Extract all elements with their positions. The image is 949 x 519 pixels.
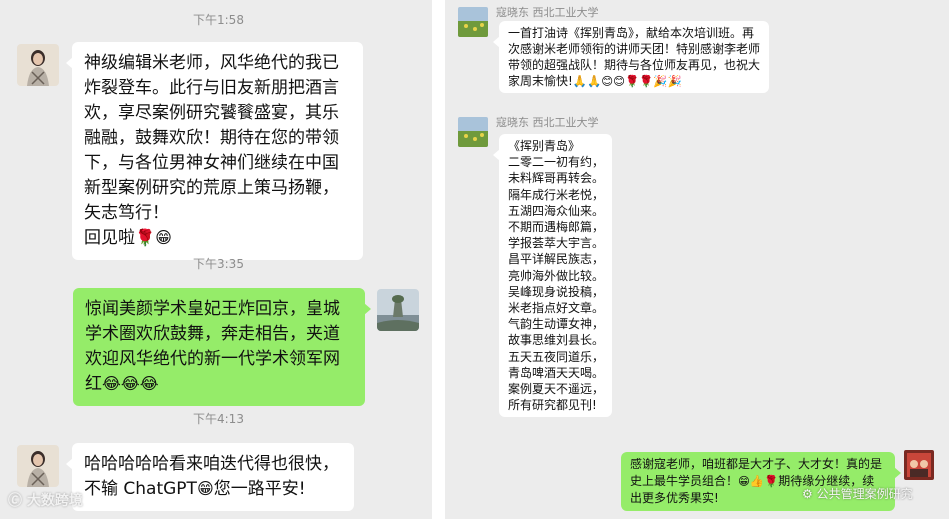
party-popper-emoji-icon: 🎉 [667,74,682,88]
tears-of-joy-emoji-icon: 😂 [120,374,140,393]
message-text: 家周末愉快! [508,74,573,88]
watermark: 🄫 大数跨境 [8,490,83,510]
poem-line: 吴峰现身说投稿， [508,284,605,299]
grin-emoji-icon: 😁 [155,228,172,247]
message-line: 一首打油诗《挥别青岛》，献给本次培训班。再 [508,26,755,40]
avatar[interactable] [458,117,488,147]
rose-emoji-icon: 🌹 [639,74,654,88]
avatar-photo-icon [17,44,59,86]
poem-line: 案例夏天不遥远， [508,382,605,397]
poem-line: 气韵生动谭女神， [508,317,605,332]
poem-line: 五天五夜同道乐， [508,349,605,364]
avatar[interactable] [904,450,934,480]
poem-line: 青岛啤酒天天喝。 [508,365,605,380]
message-line: 炸裂登车。此行与旧友新朋把酒言 [84,78,339,98]
smile-emoji-icon: 😊 [613,74,625,88]
message-line: 神级编辑米老师，风华绝代的我已 [84,53,339,73]
poem-line: 未料辉哥再转会。 [508,171,605,186]
timestamp: 下午1:58 [193,13,244,27]
poem-line: 隔年成行米老悦， [508,187,605,202]
message-text: 红 [85,374,102,394]
message-line: 欢迎风华绝代的新一代学术领军网 [85,349,340,369]
poem-line: 二零二一初有约， [508,155,605,170]
message-text: 您一路平安! [213,479,306,499]
message-line: 新型案例研究的荒原上策马扬鞭， [84,178,339,198]
message-line: 融融，鼓舞欢欣！期待在您的带领 [84,128,339,148]
avatar[interactable] [458,7,488,37]
pray-emoji-icon: 🙏 [572,74,587,88]
poem-line: 不期而遇梅郎篇， [508,220,605,235]
message-text: 不输 ChatGPT [84,479,197,499]
message-bubble[interactable]: 一首打油诗《挥别青岛》，献给本次培训班。再 次感谢米老师领衔的讲师天团！特别感谢… [493,21,769,93]
message-line: 家周末愉快!🙏🙏😊😊🌹🌹🎉🎉 [508,73,760,89]
message-bubble[interactable]: 惊闻美颜学术皇妃王炸回京，皇城 学术圈欢欣鼓舞，奔走相告，夹道 欢迎风华绝代的新… [73,288,371,406]
watermark: ⚙ 公共管理案例研究 [802,485,913,502]
poem-line: 亮帅海外做比较。 [508,268,605,283]
sender-name: 寇晓东 西北工业大学 [496,116,599,129]
message-line: 学术圈欢欣鼓舞，奔走相告，夹道 [85,324,340,344]
avatar-landscape-icon [458,117,488,147]
avatar[interactable] [377,289,419,331]
poem-line: 昌平详解民族志， [508,252,605,267]
message-line: 下，与各位男神女神们继续在中国 [84,153,339,173]
message-line: 回见啦🌹😁 [84,226,351,251]
pray-emoji-icon: 🙏 [587,74,602,88]
poem-message-bubble[interactable]: 《挥别青岛》 二零二一初有约， 未料辉哥再转会。 隔年成行米老悦， 五湖四海众仙… [493,134,612,418]
watermark-text: 公共管理案例研究 [816,487,913,501]
message-line: 欢，享尽案例研究饕餮盛宴，其乐 [84,103,339,123]
message-line: 带领的超强战队！期待与各位师友再见，也祝大 [508,58,761,72]
timestamp: 下午4:13 [193,412,244,426]
avatar[interactable] [17,445,59,487]
tears-of-joy-emoji-icon: 😂 [139,374,159,393]
rose-emoji-icon: 🌹 [764,474,779,488]
avatar-photo-icon [17,445,59,487]
message-text: 回见啦 [84,228,135,248]
poem-line: 学报荟萃大宇言。 [508,236,605,251]
timestamp: 下午3:35 [193,257,244,271]
poem-line: 故事思维刘县长。 [508,333,605,348]
message-line: 惊闻美颜学术皇妃王炸回京，皇城 [85,299,340,319]
watermark-text: 大数跨境 [26,493,83,509]
message-bubble[interactable]: 神级编辑米老师，风华绝代的我已 炸裂登车。此行与旧友新朋把酒言 欢，享尽案例研究… [66,42,363,260]
message-line: 次感谢米老师领衔的讲师天团！特别感谢李老师 [508,42,761,56]
grin-emoji-icon: 😁 [738,474,750,488]
smile-emoji-icon: 😊 [601,74,614,88]
avatar-landscape-icon [458,7,488,37]
right-chat-panel[interactable]: 寇晓东 西北工业大学 一首打油诗《挥别青岛》，献给本次培训班。再 次感谢米老师领… [445,0,949,519]
sender-name: 寇晓东 西北工业大学 [496,6,599,19]
message-line: 哈哈哈哈哈看来咱迭代得也很快， [84,454,339,474]
message-line: 矢志笃行！ [84,203,169,223]
watermark-logo-icon: 🄫 [8,493,22,509]
thumbs-up-emoji-icon: 👍 [749,474,765,488]
tears-of-joy-emoji-icon: 😂 [102,374,121,393]
rose-emoji-icon: 🌹 [135,228,156,247]
avatar-photo-icon [377,289,419,331]
avatar[interactable] [17,44,59,86]
message-line: 红😂😂😂 [85,372,353,397]
poem-line: 五湖四海众仙来。 [508,203,605,218]
poem-line: 米老指点好文章。 [508,301,605,316]
avatar-photo-icon [904,450,934,480]
message-line: 感谢寇老师，咱班都是大才子、大才女！真的是 [630,457,883,471]
message-bubble[interactable]: 哈哈哈哈哈看来咱迭代得也很快， 不输 ChatGPT😁您一路平安! [66,443,354,511]
poem-line: 所有研究都见刊! [508,398,597,413]
party-popper-emoji-icon: 🎉 [653,74,668,88]
watermark-logo-icon: ⚙ [802,487,813,501]
poem-title: 《挥别青岛》 [508,139,581,153]
rose-emoji-icon: 🌹 [624,74,640,88]
left-chat-panel[interactable]: 下午1:58 神级编辑米老师，风华绝代的我已 炸裂登车。此行与旧友新朋把酒言 欢… [0,0,432,519]
message-text: 史上最牛学员组合！ [630,474,739,488]
message-bubble[interactable]: 感谢寇老师，咱班都是大才子、大才女！真的是 史上最牛学员组合！😁👍🌹期待缘分继续… [621,452,901,511]
message-line: 不输 ChatGPT😁您一路平安! [84,477,342,502]
grin-emoji-icon: 😁 [196,479,214,498]
